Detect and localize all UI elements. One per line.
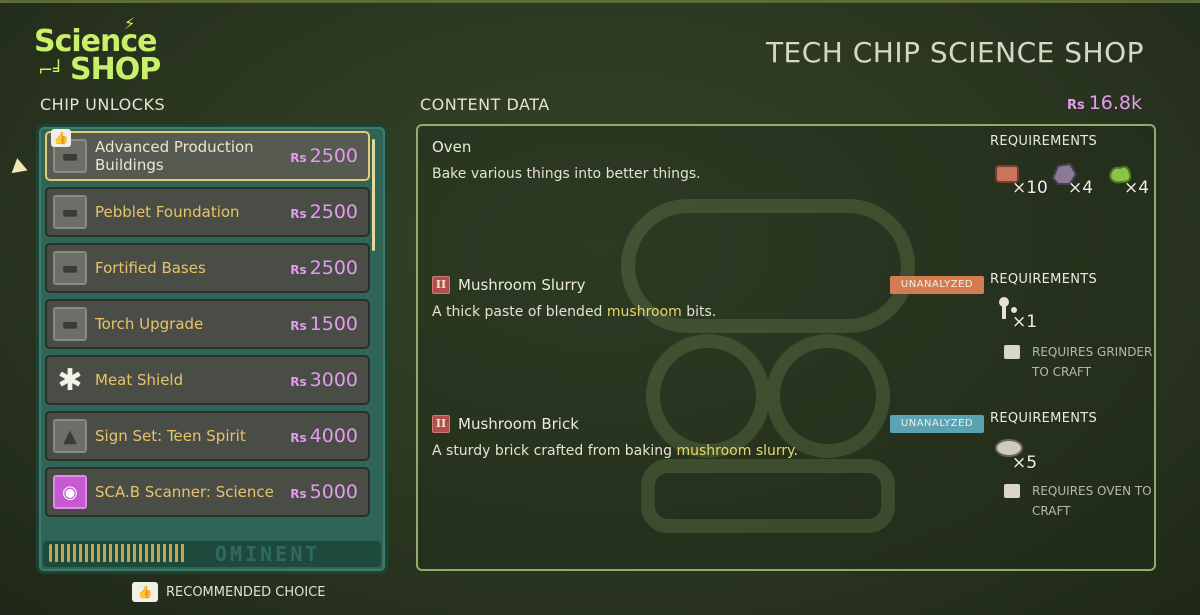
- requirements-list: ×10 ×4 ×4: [992, 162, 1150, 198]
- chip-name: Fortified Bases: [95, 259, 206, 277]
- requirement-count: ×10: [1012, 178, 1048, 198]
- chip-item[interactable]: ▬ Pebblet Foundation Rs 2500: [45, 187, 370, 237]
- requirement-item: ×4: [1104, 162, 1150, 198]
- chip-cost: Rs 3000: [290, 369, 358, 391]
- requirements-label: REQUIREMENTS: [990, 134, 1098, 149]
- page-title: TECH CHIP SCIENCE SHOP: [765, 36, 1144, 69]
- chip-list-scrollbar[interactable]: [372, 139, 375, 251]
- tier-badge: II: [432, 415, 450, 433]
- currency-amount: 16.8k: [1088, 92, 1142, 114]
- requirement-count: ×5: [1012, 453, 1038, 473]
- recommended-label: RECOMMENDED CHOICE: [166, 584, 326, 600]
- chip-item[interactable]: ▬ Fortified Bases Rs 2500: [45, 243, 370, 293]
- chip-item[interactable]: 👍 ▬ Advanced Production Buildings Rs 2500: [45, 129, 370, 181]
- chip-item[interactable]: ▲ Sign Set: Teen Spirit Rs 4000: [45, 411, 370, 461]
- requirement-note: REQUIRES OVEN TO CRAFT: [1004, 481, 1154, 521]
- chip-name: SCA.B Scanner: Science: [95, 483, 274, 501]
- background-emblem-icon: [621, 199, 915, 533]
- chip-name: Sign Set: Teen Spirit: [95, 427, 246, 445]
- status-badge: UNANALYZED: [890, 276, 984, 294]
- chip-cost: Rs 2500: [290, 145, 358, 167]
- meat-shield-icon: ✱: [57, 362, 83, 398]
- recommended-thumb-icon: 👍: [51, 129, 71, 147]
- oven-icon: [1004, 484, 1020, 498]
- cursor-pointer: [11, 158, 31, 178]
- chip-cost: Rs 4000: [290, 425, 358, 447]
- scanner-icon: ◉: [53, 475, 87, 509]
- requirement-item: ×4: [1048, 162, 1094, 198]
- chip-cost: Rs 1500: [290, 313, 358, 335]
- requirement-count: ×4: [1124, 178, 1150, 198]
- currency-balance: Rs 16.8k: [1067, 92, 1142, 114]
- top-border: [0, 0, 1200, 3]
- thumbs-up-icon: 👍: [132, 582, 158, 602]
- content-entry[interactable]: II Mushroom Brick A sturdy brick crafted…: [432, 411, 1152, 518]
- chip-cost: Rs 2500: [290, 201, 358, 223]
- requirement-count: ×4: [1068, 178, 1094, 198]
- chip-unlocks-heading: CHIP UNLOCKS: [40, 95, 166, 114]
- content-data-heading: CONTENT DATA: [420, 95, 550, 114]
- requirements-list: ×1: [992, 296, 1038, 332]
- chip-name: Torch Upgrade: [95, 315, 204, 333]
- requirements-list: ×5: [992, 437, 1038, 473]
- chip-cost: Rs 5000: [290, 481, 358, 503]
- chip-name: Meat Shield: [95, 371, 184, 389]
- chip-item[interactable]: ▬ Torch Upgrade Rs 1500: [45, 299, 370, 349]
- content-data-panel: Oven Bake various things into better thi…: [416, 124, 1156, 571]
- requirement-note: REQUIRES GRINDER TO CRAFT: [1004, 342, 1154, 382]
- pixel-bits-icon: ⌐╛: [38, 60, 64, 81]
- status-badge: UNANALYZED: [890, 415, 984, 433]
- chip-name: Advanced Production Buildings: [95, 138, 254, 174]
- recommended-legend: 👍 RECOMMENDED CHOICE: [132, 582, 326, 602]
- chip-unlocks-panel: 👍 ▬ Advanced Production Buildings Rs 2500…: [36, 124, 388, 574]
- chip-brand: OMINENT: [215, 542, 321, 566]
- anvil-icon: ▬: [53, 307, 87, 341]
- requirement-item: ×10: [992, 162, 1048, 198]
- requirement-count: ×1: [1012, 312, 1038, 332]
- currency-symbol: Rs: [1066, 98, 1085, 113]
- content-entry[interactable]: Oven Bake various things into better thi…: [432, 134, 1149, 198]
- content-entry[interactable]: II Mushroom Slurry A thick paste of blen…: [432, 272, 1152, 379]
- chip-item[interactable]: ◉ SCA.B Scanner: Science Rs 5000: [45, 467, 370, 517]
- science-shop-logo: ⚡ Science ⌐╛ SHOP: [32, 14, 192, 88]
- requirement-item: ×5: [992, 437, 1038, 473]
- picture-icon: ▲: [53, 419, 87, 453]
- tier-badge: II: [432, 276, 450, 294]
- chip-cost: Rs 2500: [290, 257, 358, 279]
- anvil-icon: ▬: [53, 251, 87, 285]
- logo-line-2: SHOP: [70, 52, 161, 87]
- chip-list: 👍 ▬ Advanced Production Buildings Rs 2500…: [45, 129, 370, 523]
- chip-name: Pebblet Foundation: [95, 203, 240, 221]
- grinder-icon: [1004, 345, 1020, 359]
- requirements-label: REQUIREMENTS: [990, 272, 1098, 287]
- requirements-label: REQUIREMENTS: [990, 411, 1098, 426]
- chip-gauge: [49, 544, 185, 562]
- chip-item[interactable]: ✱ Meat Shield Rs 3000: [45, 355, 370, 405]
- chip-footer: OMINENT: [43, 541, 381, 567]
- anvil-icon: ▬: [53, 195, 87, 229]
- requirement-item: ×1: [992, 296, 1038, 332]
